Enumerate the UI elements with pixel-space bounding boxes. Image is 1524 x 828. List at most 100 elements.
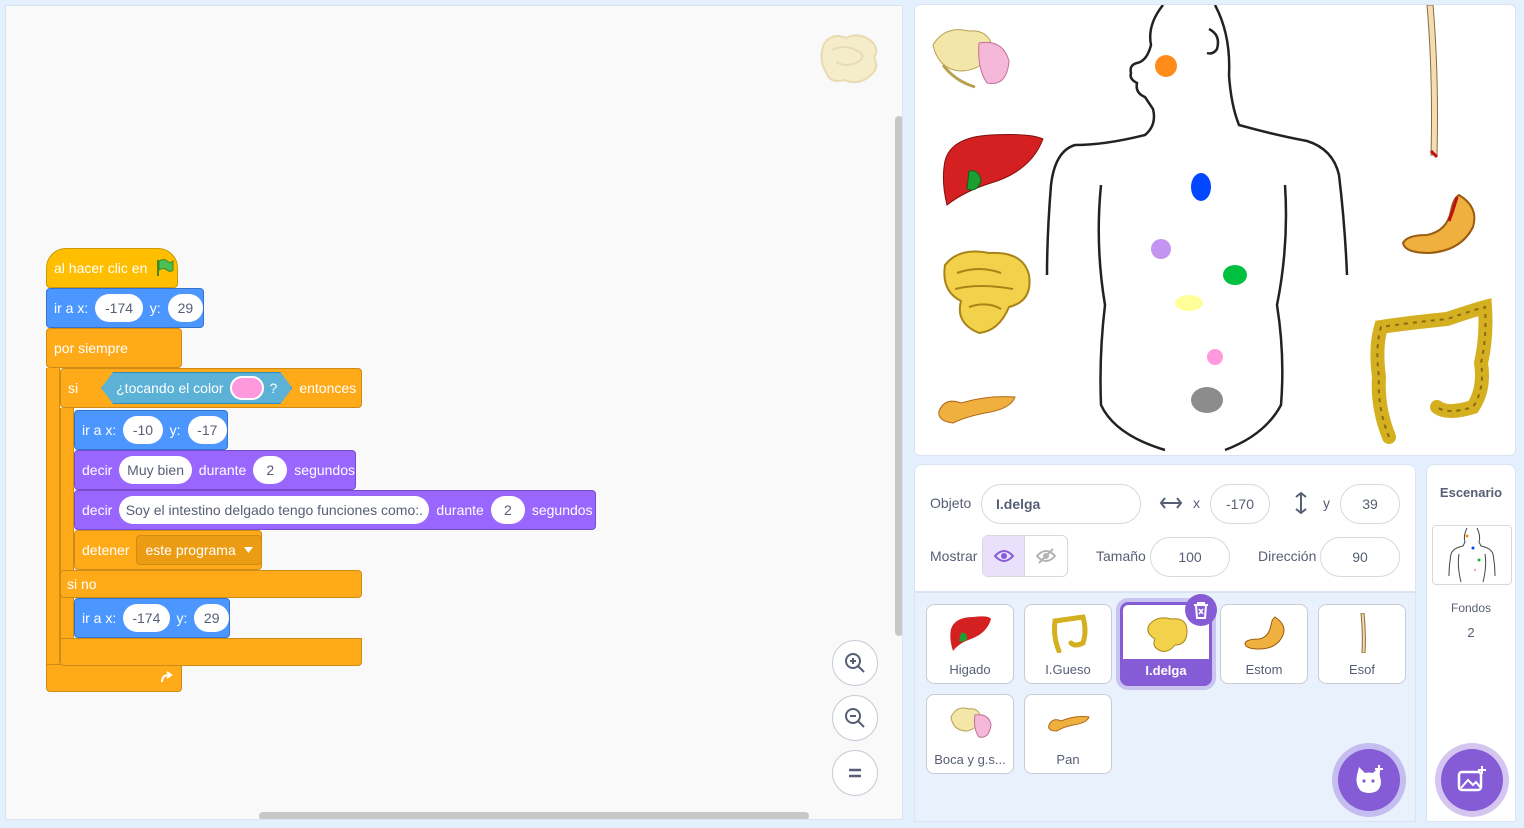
sprite-pancreas[interactable] xyxy=(937,391,1017,425)
y-position-input[interactable]: 39 xyxy=(1340,484,1400,524)
stop-option-dropdown[interactable]: este programa xyxy=(136,535,262,565)
say-secs-input[interactable]: 2 xyxy=(253,456,288,484)
sprite-liver[interactable] xyxy=(941,131,1045,207)
sprite-tile-higado[interactable]: Higado xyxy=(926,604,1014,684)
say-text-input[interactable]: Muy bien xyxy=(119,456,192,484)
pancreas-thumbnail-icon xyxy=(1048,716,1090,732)
sprite-tile-esof[interactable]: Esof xyxy=(1318,604,1406,684)
eye-icon xyxy=(993,550,1014,562)
horizontal-arrows-icon xyxy=(1159,497,1183,509)
sprite-tile-boca[interactable]: Boca y g.s... xyxy=(926,694,1014,774)
sprite-tile-label: I.Gueso xyxy=(1045,662,1091,677)
goto-y-label: y: xyxy=(169,422,181,438)
forever-block[interactable]: por siempre xyxy=(46,328,182,368)
vertical-scrollbar[interactable] xyxy=(895,116,902,636)
cat-add-icon xyxy=(1356,765,1383,793)
stage-panel-title: Escenario xyxy=(1439,485,1503,500)
then-label: entonces xyxy=(299,380,357,396)
say-text-input[interactable]: Soy el intestino delgado tengo funciones… xyxy=(119,496,430,524)
hide-sprite-button[interactable] xyxy=(1025,536,1067,576)
forever-block-arm-left xyxy=(46,368,60,668)
caret-down-icon xyxy=(243,547,253,553)
goto-xy-block[interactable]: ir a x: -10 y: -17 xyxy=(74,410,228,450)
goto-y-input[interactable]: 29 xyxy=(167,294,203,322)
add-backdrop-button[interactable] xyxy=(1441,749,1503,811)
small-intestine-thumbnail-icon xyxy=(1147,617,1188,652)
liver-thumbnail-icon xyxy=(950,616,991,651)
zoom-out-button[interactable] xyxy=(832,695,878,741)
during-label: durante xyxy=(198,462,247,478)
when-flag-clicked-block[interactable]: al hacer clic en xyxy=(46,248,178,288)
stage-thumbnail[interactable] xyxy=(1432,525,1512,585)
stage-canvas[interactable] xyxy=(914,4,1516,456)
eye-slash-icon xyxy=(1036,548,1056,564)
vertical-arrows-icon xyxy=(1295,491,1307,515)
if-else-block[interactable]: si ¿tocando el color ? entonces xyxy=(60,368,362,408)
else-band: si no xyxy=(60,570,362,598)
goto-y-input[interactable]: 29 xyxy=(194,604,229,632)
goto-x-input[interactable]: -174 xyxy=(95,294,143,322)
direction-value: 90 xyxy=(1352,549,1368,565)
marker-violet xyxy=(1151,239,1171,259)
backdrops-count: 2 xyxy=(1467,625,1475,640)
green-flag-icon xyxy=(157,259,174,276)
zoom-reset-button[interactable] xyxy=(832,750,878,796)
sprite-tile-igueso[interactable]: I.Gueso xyxy=(1024,604,1112,684)
sprite-stomach[interactable] xyxy=(1399,191,1481,259)
trash-icon xyxy=(1194,602,1208,619)
goto-x-label: ir a x: xyxy=(82,422,117,438)
say-for-secs-block[interactable]: decir Muy bien durante 2 segundos xyxy=(74,450,356,490)
touching-color-condition[interactable]: ¿tocando el color ? xyxy=(101,372,292,404)
secs-unit-label: segundos xyxy=(531,502,593,518)
size-input[interactable]: 100 xyxy=(1150,537,1230,577)
goto-xy-block[interactable]: ir a x: -174 y: 29 xyxy=(46,288,204,328)
sprite-large-intestine[interactable] xyxy=(1367,297,1493,447)
say-secs-input[interactable]: 2 xyxy=(490,496,525,524)
stop-block[interactable]: detener este programa xyxy=(74,530,262,570)
sprite-tile-pan[interactable]: Pan xyxy=(1024,694,1112,774)
forever-block-bottom xyxy=(46,664,182,692)
zoom-out-icon xyxy=(845,708,865,728)
x-position-input[interactable]: -170 xyxy=(1210,484,1270,524)
goto-y-label: y: xyxy=(149,300,161,316)
color-swatch[interactable] xyxy=(230,376,264,400)
hat-label: al hacer clic en xyxy=(54,260,148,276)
object-name-label: Objeto xyxy=(930,495,972,511)
goto-y-label: y: xyxy=(176,610,188,626)
show-sprite-button[interactable] xyxy=(983,536,1026,576)
marker-yellow xyxy=(1175,295,1203,311)
goto-x-input[interactable]: -174 xyxy=(123,604,170,632)
forever-label: por siempre xyxy=(54,340,128,356)
sprite-name-value: I.delga xyxy=(996,496,1041,512)
sprite-tile-label: Higado xyxy=(949,662,991,677)
size-label: Tamaño xyxy=(1096,548,1146,564)
goto-x-input[interactable]: -10 xyxy=(123,416,163,444)
sprite-tile-label: Estom xyxy=(1245,662,1283,677)
horizontal-scrollbar[interactable] xyxy=(259,812,809,819)
equals-icon xyxy=(849,768,861,778)
goto-x-label: ir a x: xyxy=(54,300,89,316)
add-sprite-button[interactable] xyxy=(1338,749,1400,811)
image-add-icon xyxy=(1457,766,1486,792)
marker-orange xyxy=(1155,55,1177,77)
direction-label: Dirección xyxy=(1258,548,1317,564)
else-label: si no xyxy=(67,576,97,592)
direction-input[interactable]: 90 xyxy=(1320,537,1400,577)
sprite-name-input[interactable]: I.delga xyxy=(981,484,1141,524)
esophagus-thumbnail-icon xyxy=(1360,613,1366,653)
delete-sprite-button[interactable] xyxy=(1185,594,1217,626)
goto-y-input[interactable]: -17 xyxy=(187,416,227,444)
size-value: 100 xyxy=(1178,549,1202,565)
sprite-small-intestine[interactable] xyxy=(939,245,1035,337)
if-block-bottom xyxy=(60,638,362,666)
say-for-secs-block[interactable]: decir Soy el intestino delgado tengo fun… xyxy=(74,490,596,530)
sprite-tile-estom[interactable]: Estom xyxy=(1220,604,1308,684)
zoom-in-button[interactable] xyxy=(832,640,878,686)
sprite-tile-label: Esof xyxy=(1348,662,1375,677)
secs-unit-label: segundos xyxy=(294,462,355,478)
goto-xy-block[interactable]: ir a x: -174 y: 29 xyxy=(74,598,230,638)
body-thumbnail-icon xyxy=(1448,527,1496,583)
sprite-esophagus[interactable] xyxy=(1419,5,1443,161)
code-workspace[interactable]: al hacer clic en ir a x: -174 y: 29 por … xyxy=(5,5,903,820)
sprite-mouth-glands[interactable] xyxy=(929,21,1013,97)
